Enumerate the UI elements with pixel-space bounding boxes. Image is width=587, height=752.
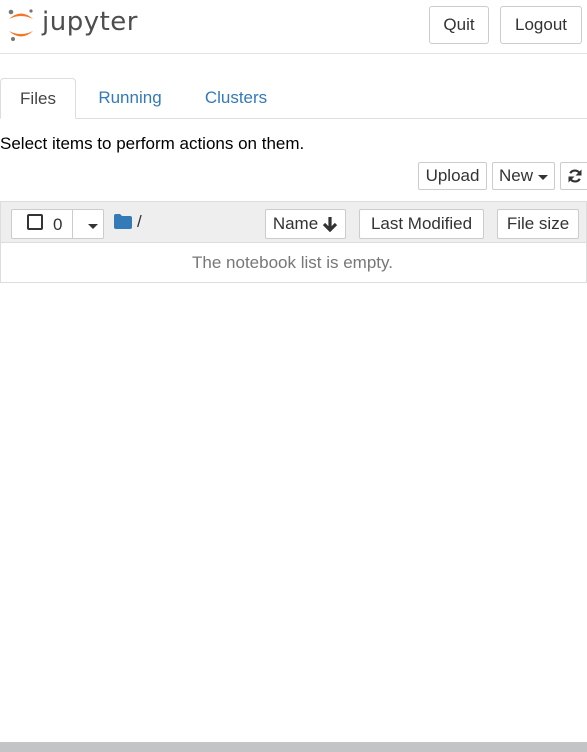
logo-text: jupyter bbox=[42, 7, 138, 37]
empty-list-row: The notebook list is empty. bbox=[0, 243, 587, 283]
new-dropdown-button[interactable]: New bbox=[492, 162, 555, 190]
sort-by-last-modified-button[interactable]: Last Modified bbox=[359, 209, 484, 239]
horizontal-scrollbar[interactable] bbox=[0, 742, 587, 752]
sort-by-file-size-button[interactable]: File size bbox=[497, 209, 579, 239]
select-all-checkbox[interactable] bbox=[27, 214, 43, 230]
select-all-group[interactable]: 0 bbox=[11, 209, 104, 239]
name-column-label: Name bbox=[272, 214, 319, 233]
caret-down-icon bbox=[538, 174, 548, 180]
selected-count: 0 bbox=[53, 215, 63, 234]
empty-list-message: The notebook list is empty. bbox=[192, 252, 393, 272]
jupyter-logo[interactable]: jupyter bbox=[6, 4, 138, 44]
refresh-button[interactable] bbox=[560, 162, 587, 190]
folder-icon[interactable] bbox=[114, 214, 132, 229]
selection-hint: Select items to perform actions on them. bbox=[0, 134, 305, 153]
tab-running[interactable]: Running bbox=[84, 78, 176, 118]
tab-clusters[interactable]: Clusters bbox=[190, 78, 282, 118]
sort-by-name-button[interactable]: Name bbox=[265, 209, 346, 239]
select-dropdown-icon[interactable] bbox=[88, 224, 98, 229]
new-label: New bbox=[498, 166, 533, 185]
divider bbox=[72, 210, 73, 238]
tab-bar: Files Running Clusters bbox=[0, 78, 587, 119]
header: jupyter Quit Logout bbox=[0, 0, 587, 54]
tab-files[interactable]: Files bbox=[0, 78, 76, 119]
refresh-icon bbox=[568, 169, 582, 183]
notebook-list-header: 0 / Name Last Modified File size bbox=[0, 201, 587, 243]
logout-button[interactable]: Logout bbox=[500, 6, 582, 44]
jupyter-logo-icon bbox=[8, 9, 33, 41]
upload-button[interactable]: Upload bbox=[418, 162, 487, 190]
arrow-down-icon bbox=[323, 217, 338, 232]
breadcrumb[interactable]: / bbox=[137, 212, 142, 232]
quit-button[interactable]: Quit bbox=[429, 6, 489, 44]
